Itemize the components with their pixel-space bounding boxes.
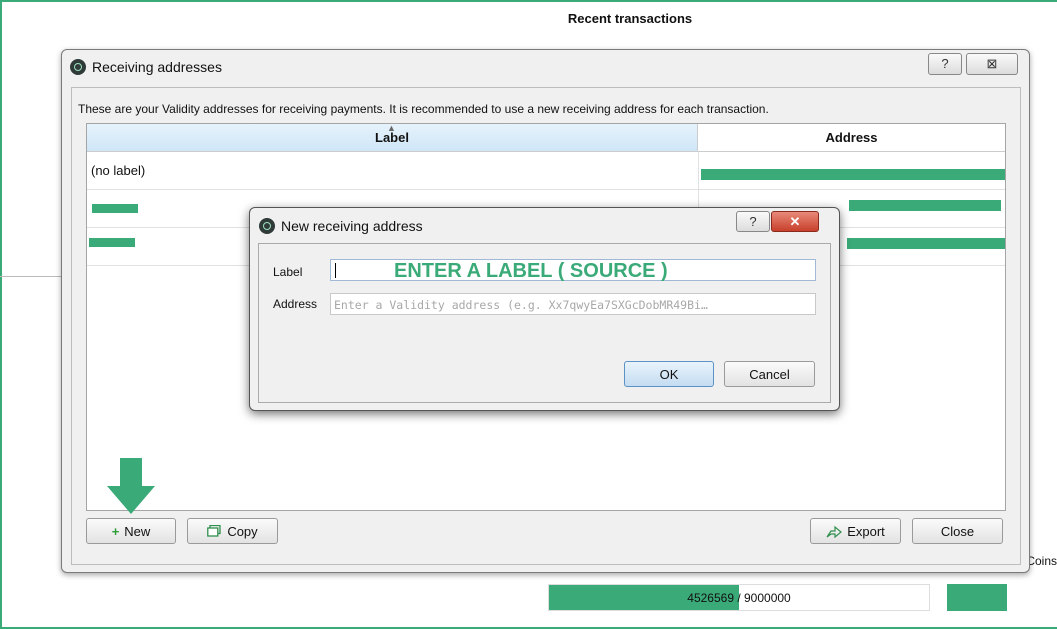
new-button-label: New — [124, 524, 151, 539]
sort-ascending-icon: ▲ — [387, 123, 396, 133]
progress-total-value: / 9000000 — [734, 591, 791, 605]
background-divider — [0, 276, 70, 277]
address-field-label: Address — [273, 297, 318, 311]
modal-title: New receiving address — [259, 218, 423, 234]
enter-label-annotation: ENTER A LABEL ( SOURCE ) — [394, 260, 668, 282]
secondary-progress-bar — [947, 584, 1007, 611]
redacted-label — [89, 238, 135, 247]
row-label: (no label) — [91, 163, 146, 178]
redacted-address — [701, 169, 1005, 180]
dialog-title: Receiving addresses — [70, 59, 222, 75]
copy-icon — [207, 524, 221, 537]
modal-close-button[interactable]: ✕ — [771, 211, 819, 232]
cell-separator — [698, 152, 699, 190]
green-down-arrow-icon — [107, 458, 155, 514]
ok-button[interactable]: OK — [624, 361, 714, 387]
column-header-address[interactable]: Address — [698, 124, 1005, 152]
address-input[interactable]: Enter a Validity address (e.g. Xx7qwyEa7… — [330, 293, 816, 315]
text-caret — [335, 263, 336, 278]
export-button[interactable]: Export — [810, 518, 901, 544]
copy-address-button[interactable]: Copy — [187, 518, 278, 544]
dialog-title-text: Receiving addresses — [92, 59, 222, 75]
new-receiving-address-dialog: New receiving address ? ✕ Label ENTER A … — [249, 207, 840, 411]
recent-transactions-title: Recent transactions — [567, 11, 693, 26]
modal-title-text: New receiving address — [281, 218, 423, 234]
plus-icon: + — [111, 524, 120, 539]
redacted-label — [92, 204, 138, 213]
label-field-label: Label — [273, 265, 303, 279]
cancel-button[interactable]: Cancel — [724, 361, 815, 387]
help-button[interactable]: ? — [928, 53, 962, 75]
new-address-button[interactable]: + New — [86, 518, 176, 544]
progress-text: 4526569 / 9000000 — [549, 591, 929, 605]
dialog-description: These are your Validity addresses for re… — [78, 102, 769, 116]
redacted-address — [847, 238, 1005, 249]
close-button[interactable]: Close — [912, 518, 1003, 544]
export-icon — [826, 525, 843, 539]
coins-label: Coins — [1026, 554, 1057, 568]
progress-current-value: 4526569 — [687, 591, 734, 605]
export-button-label: Export — [847, 524, 885, 539]
redacted-address — [849, 200, 1001, 211]
column-header-label[interactable]: ▲ Label — [87, 124, 698, 152]
close-window-button[interactable]: ⊠ — [966, 53, 1018, 75]
modal-help-button[interactable]: ? — [736, 211, 770, 232]
validity-app-icon — [259, 218, 275, 234]
supply-progress-bar: 4526569 / 9000000 — [548, 584, 930, 611]
validity-app-icon — [70, 59, 86, 75]
label-input[interactable]: ENTER A LABEL ( SOURCE ) — [330, 259, 816, 282]
address-placeholder: Enter a Validity address (e.g. Xx7qwyEa7… — [334, 298, 708, 312]
copy-button-label: Copy — [227, 524, 258, 539]
table-row[interactable]: (no label) — [87, 152, 1005, 190]
